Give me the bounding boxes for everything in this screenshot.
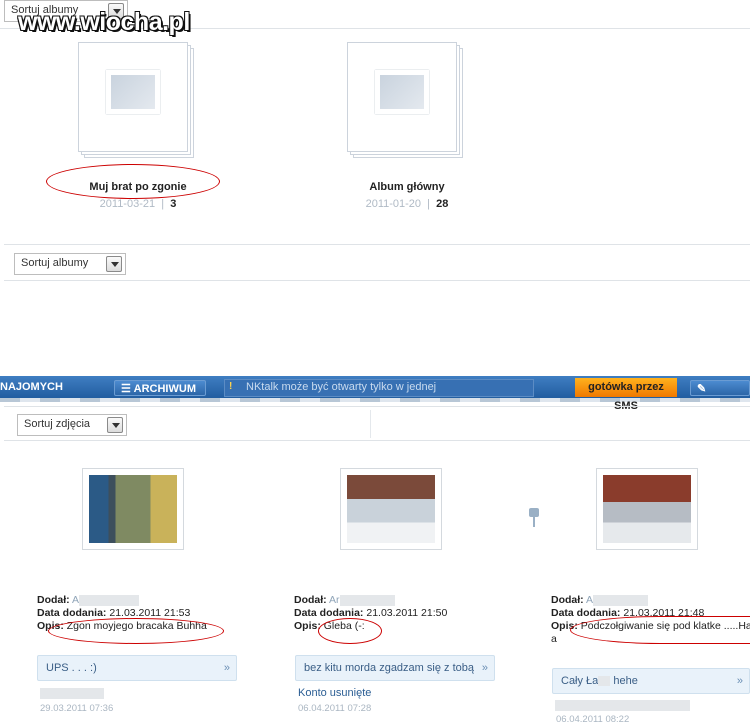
chevron-down-icon[interactable] <box>107 417 123 433</box>
chevron-right-icon[interactable]: » <box>224 662 230 674</box>
redacted-name <box>593 594 649 606</box>
photo-image <box>347 475 435 543</box>
photo-sort-label: Sortuj zdjęcia <box>24 418 91 430</box>
comment-text: hehe <box>613 675 638 687</box>
date-added-label: Data dodania: <box>37 607 107 619</box>
album-meta: 2011-03-21 | 3 <box>99 198 177 210</box>
author-link[interactable]: Ar <box>329 594 340 606</box>
chevron-right-icon[interactable]: » <box>482 662 488 674</box>
album-meta: 2011-01-20 | 28 <box>365 198 449 210</box>
author-link[interactable]: A <box>72 594 79 606</box>
divider <box>4 280 750 281</box>
photo-thumbnail[interactable] <box>596 468 698 550</box>
highlight-ellipse <box>46 164 220 199</box>
album-thumbnail[interactable] <box>347 42 465 160</box>
comment-box[interactable]: UPS . . . :) » <box>37 655 237 681</box>
divider <box>370 410 371 438</box>
album-photo-count: 3 <box>170 198 177 210</box>
redacted-name <box>79 594 140 606</box>
nav-archive-label: ARCHIWUM <box>133 383 196 395</box>
divider <box>4 406 750 407</box>
date-added-label: Data dodania: <box>551 607 621 619</box>
comment-author-prefix: Cały Ła <box>561 675 599 687</box>
watermark: www.wiocha.pl <box>18 8 190 36</box>
nav-friends[interactable]: NAJOMYCH <box>0 381 63 393</box>
album-date: 2011-01-20 <box>365 198 422 210</box>
highlight-ellipse <box>318 618 382 644</box>
album-sort-select-bottom[interactable]: Sortuj albumy <box>14 253 126 275</box>
album-title[interactable]: Album główny <box>317 181 497 193</box>
added-by-label: Dodał: <box>294 594 327 606</box>
album-date: 2011-03-21 <box>99 198 156 210</box>
comment-author[interactable]: Konto usunięte <box>298 687 371 699</box>
author-link[interactable]: A <box>586 594 593 606</box>
redacted-commenter <box>40 688 104 699</box>
nav-archive-button[interactable]: ☰ ARCHIWUM <box>114 380 206 396</box>
photo-image <box>89 475 177 543</box>
added-by-label: Dodał: <box>37 594 70 606</box>
sms-cash-banner[interactable]: gotówka przez SMS <box>575 378 677 412</box>
divider <box>4 440 750 441</box>
comment-box[interactable]: Cały Ła hehe » <box>552 668 750 694</box>
comment-date: 29.03.2011 07:36 <box>40 703 114 714</box>
photo-thumbnail[interactable] <box>340 468 442 550</box>
album-sort-label: Sortuj albumy <box>21 257 89 269</box>
list-icon: ☰ <box>121 383 131 395</box>
comment-text: UPS . . . :) <box>46 662 97 674</box>
comment-date: 06.04.2011 08:22 <box>556 714 630 725</box>
redacted-name <box>339 594 395 606</box>
album-thumbnail[interactable] <box>78 42 196 160</box>
pin-icon[interactable] <box>527 508 541 528</box>
comment-date: 06.04.2011 07:28 <box>298 703 372 714</box>
divider <box>4 244 750 245</box>
description-label: Opis: <box>294 620 321 632</box>
comment-text: bez kitu morda zgadzam się z tobą <box>304 662 474 674</box>
comment-box[interactable]: bez kitu morda zgadzam się z tobą » <box>295 655 495 681</box>
wrench-icon: ✎ <box>697 383 707 395</box>
redacted-name <box>598 676 611 687</box>
added-by-label: Dodał: <box>551 594 584 606</box>
chevron-down-icon[interactable] <box>106 256 122 272</box>
date-added-value: 21.03.2011 21:50 <box>366 607 448 619</box>
nav-notice: NKtalk może być otwarty tylko w jednej <box>246 381 437 393</box>
chevron-right-icon[interactable]: » <box>737 675 743 687</box>
nav-options-button[interactable]: ✎ OPCJE <box>690 380 750 411</box>
highlight-ellipse <box>48 618 224 644</box>
warning-icon: ! <box>229 381 233 392</box>
highlight-ellipse <box>570 616 750 644</box>
photo-thumbnail[interactable] <box>82 468 184 550</box>
album-photo-count: 28 <box>436 198 449 210</box>
photo-sort-select[interactable]: Sortuj zdjęcia <box>17 414 127 436</box>
redacted-commenter <box>555 700 690 711</box>
photo-image <box>603 475 691 543</box>
